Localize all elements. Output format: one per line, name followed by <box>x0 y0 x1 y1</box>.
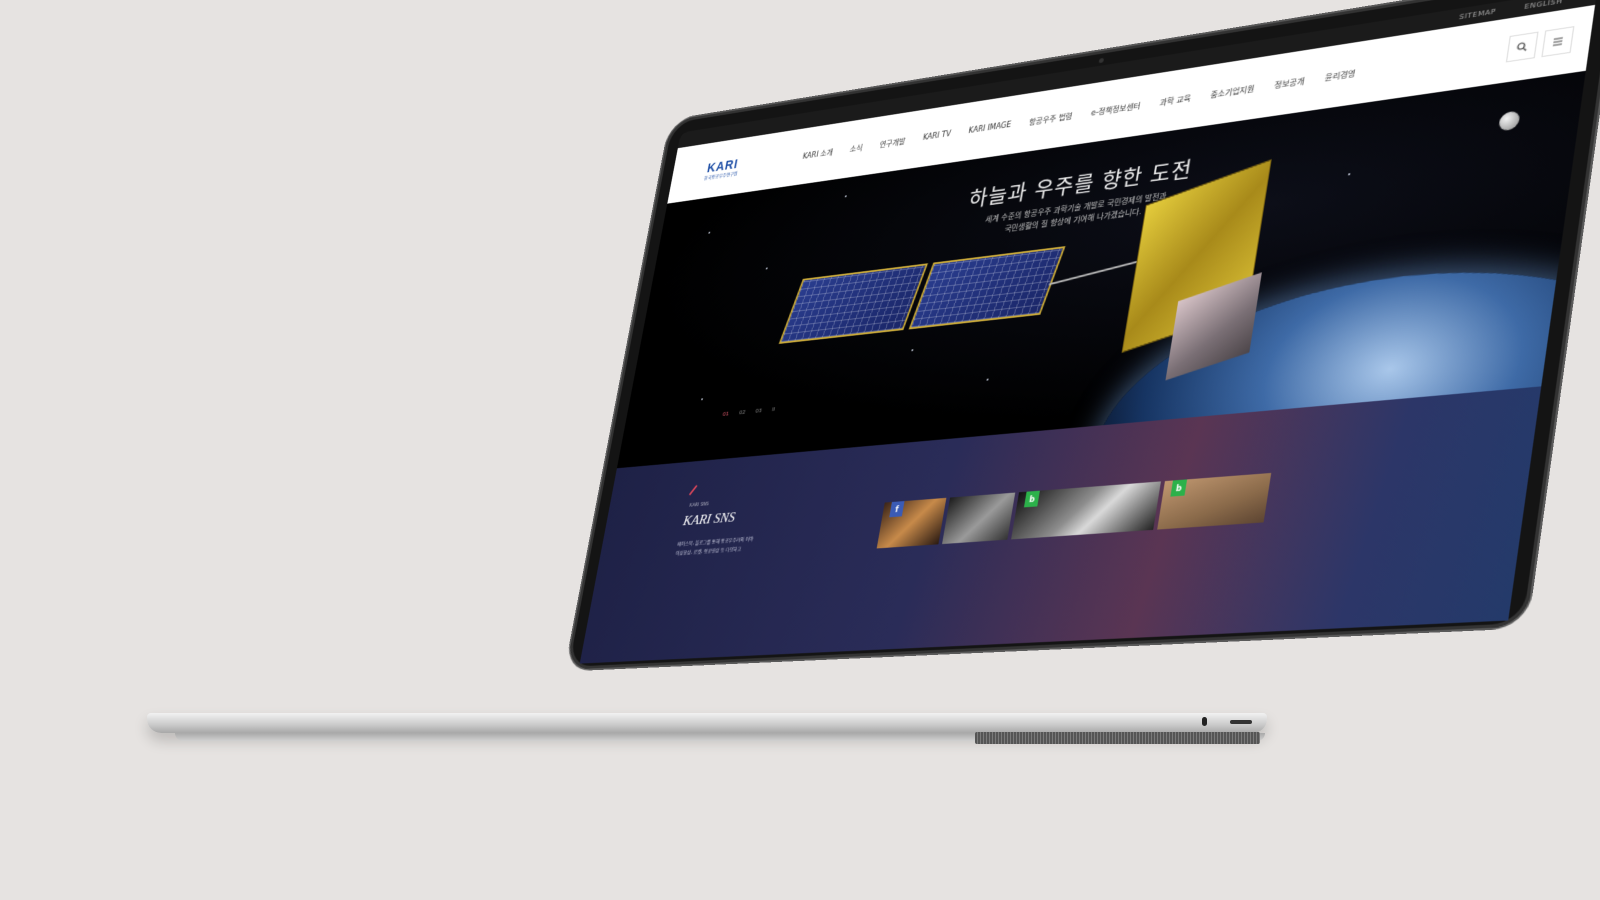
sns-thumb-mars[interactable]: b <box>1157 473 1271 530</box>
menu-item-education[interactable]: 과학 교육 <box>1159 93 1192 108</box>
search-button[interactable] <box>1506 32 1539 63</box>
solar-panel-right <box>909 246 1066 329</box>
laptop-lid: SITEMAP ENGLISH KARI 한국항공우주연구원 KARI 소개 소… <box>566 0 1600 670</box>
laptop-port <box>1230 720 1252 724</box>
menu-item-research[interactable]: 연구개발 <box>879 136 906 150</box>
menu-item-kari-image[interactable]: KARI IMAGE <box>968 120 1012 137</box>
blog-badge: b <box>1170 479 1187 496</box>
menu-item-sme[interactable]: 중소기업지원 <box>1210 83 1256 100</box>
hamburger-icon <box>1552 36 1565 48</box>
sns-thumb-engines[interactable]: b <box>1011 481 1161 539</box>
laptop-led <box>1202 717 1207 726</box>
hero-pager: 01 02 03 II <box>722 406 775 418</box>
english-link[interactable]: ENGLISH <box>1524 0 1563 11</box>
pager-item-3[interactable]: 03 <box>755 407 763 414</box>
laptop-screen: SITEMAP ENGLISH KARI 한국항공우주연구원 KARI 소개 소… <box>580 0 1598 664</box>
star <box>986 379 988 381</box>
facebook-badge: f <box>889 501 904 517</box>
pause-button[interactable]: II <box>771 406 775 413</box>
accent-slash <box>689 485 697 495</box>
menu-item-disclosure[interactable]: 정보공개 <box>1274 75 1306 90</box>
menu-item-policy[interactable]: e-정책정보센터 <box>1090 100 1141 118</box>
pager-item-2[interactable]: 02 <box>738 409 746 416</box>
sns-description: 페이스북, 블로그를 통해 항공우주러의 이야 이상한상, 로켓, 항공영상 등… <box>675 532 788 558</box>
sns-thumb-cockpit[interactable] <box>942 493 1015 544</box>
solar-panel-left <box>779 263 928 344</box>
star <box>701 398 703 400</box>
star <box>845 195 847 197</box>
pager-item-1[interactable]: 01 <box>722 411 730 418</box>
sns-title: KARI SNS <box>682 510 737 530</box>
laptop-base <box>147 713 1267 733</box>
menu-item-ethics[interactable]: 윤리경영 <box>1324 68 1356 83</box>
nav-icons <box>1506 26 1574 62</box>
menu-item-news[interactable]: 소식 <box>849 142 863 154</box>
star <box>911 349 913 351</box>
camera-dot <box>1099 58 1104 63</box>
menu-item-about[interactable]: KARI 소개 <box>802 147 834 161</box>
sitemap-link[interactable]: SITEMAP <box>1459 7 1497 21</box>
search-icon <box>1516 41 1529 53</box>
laptop-vent <box>975 732 1260 744</box>
sns-kicker: KARI SNS <box>689 502 709 509</box>
star <box>766 267 768 269</box>
sns-thumb-astronauts[interactable]: f <box>877 498 947 549</box>
menu-item-kari-tv[interactable]: KARI TV <box>922 129 952 143</box>
menu-item-law[interactable]: 항공우주 법령 <box>1028 111 1073 128</box>
menu-button[interactable] <box>1541 26 1574 57</box>
blog-badge: b <box>1024 491 1040 508</box>
kari-logo[interactable]: KARI 한국항공우주연구원 <box>671 153 760 186</box>
